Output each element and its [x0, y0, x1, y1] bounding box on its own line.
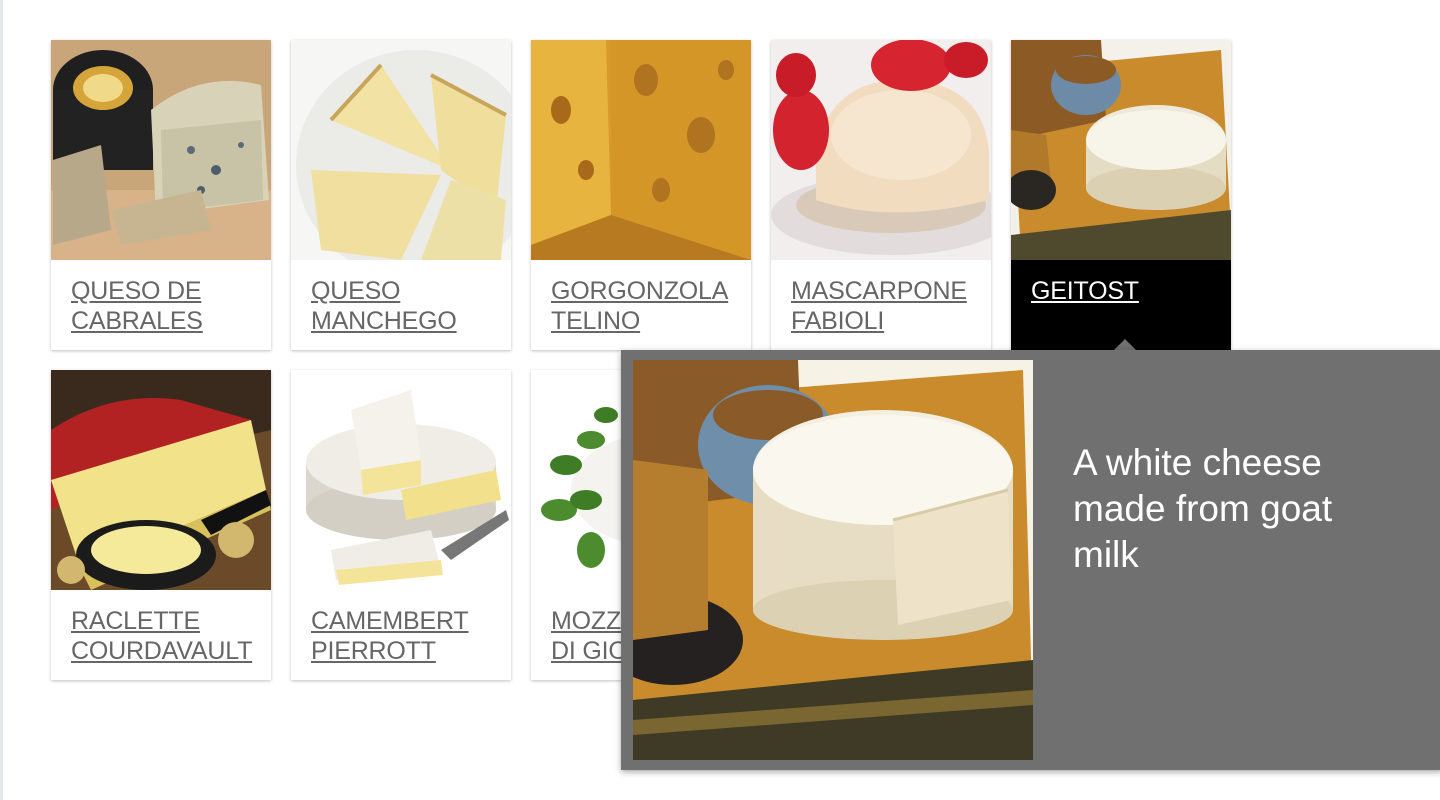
cheese-name-line: TELINO: [551, 307, 641, 335]
cheese-name-line: QUESO: [311, 277, 401, 305]
cheese-name-link[interactable]: CAMEMBERT PIERROTT: [291, 590, 511, 680]
cheese-detail-image: [633, 360, 1033, 760]
cheese-name-link[interactable]: GORGONZOLA TELINO: [531, 260, 751, 350]
cheese-card-queso-de-cabrales[interactable]: QUESO DE CABRALES: [51, 40, 271, 350]
cheese-name-link[interactable]: GEITOST: [1011, 260, 1231, 350]
cheese-card-geitost[interactable]: GEITOST: [1011, 40, 1231, 351]
cheese-name-line: MANCHEGO: [311, 307, 457, 335]
cheese-thumbnail[interactable]: [771, 40, 991, 260]
cheese-thumbnail[interactable]: [291, 40, 511, 260]
cheese-name-line: GORGONZOLA: [551, 277, 729, 305]
cheese-card-camembert-pierrott[interactable]: CAMEMBERT PIERROTT: [291, 370, 511, 680]
cheese-card-mascarpone-fabioli[interactable]: MASCARPONE FABIOLI: [771, 40, 991, 350]
cheese-name-link[interactable]: QUESO DE CABRALES: [51, 260, 271, 350]
cheese-name-line: COURDAVAULT: [71, 637, 253, 665]
cheese-name-line: CAMEMBERT: [311, 607, 469, 635]
cheese-name-link[interactable]: MASCARPONE FABIOLI: [771, 260, 991, 350]
cheese-thumbnail[interactable]: [291, 370, 511, 590]
cheese-thumbnail[interactable]: [51, 370, 271, 590]
cheese-name-line: PIERROTT: [311, 637, 436, 665]
cheese-name-link[interactable]: RACLETTE COURDAVAULT: [51, 590, 271, 680]
cheese-name-line: FABIOLI: [791, 307, 885, 335]
cheese-name-line: CABRALES: [71, 307, 203, 335]
cheese-thumbnail[interactable]: [51, 40, 271, 260]
cheese-detail-popup: A white cheese made from goat milk: [621, 350, 1440, 770]
cheese-name-link[interactable]: QUESO MANCHEGO: [291, 260, 511, 350]
cheese-card-raclette-courdavault[interactable]: RACLETTE COURDAVAULT: [51, 370, 271, 680]
page: QUESO DE CABRALES QUESO MANCHEGO GORGONZ…: [0, 0, 1440, 800]
cheese-card-gorgonzola-telino[interactable]: GORGONZOLA TELINO: [531, 40, 751, 350]
cheese-name-line: MASCARPONE: [791, 277, 967, 305]
cheese-thumbnail[interactable]: [1011, 40, 1231, 260]
cheese-description: A white cheese made from goat milk: [1073, 442, 1333, 575]
cheese-name-line: GEITOST: [1031, 277, 1139, 305]
cheese-name-line: QUESO DE: [71, 277, 202, 305]
cheese-thumbnail[interactable]: [531, 40, 751, 260]
cheese-card-queso-manchego[interactable]: QUESO MANCHEGO: [291, 40, 511, 350]
cheese-name-line: RACLETTE: [71, 607, 200, 635]
